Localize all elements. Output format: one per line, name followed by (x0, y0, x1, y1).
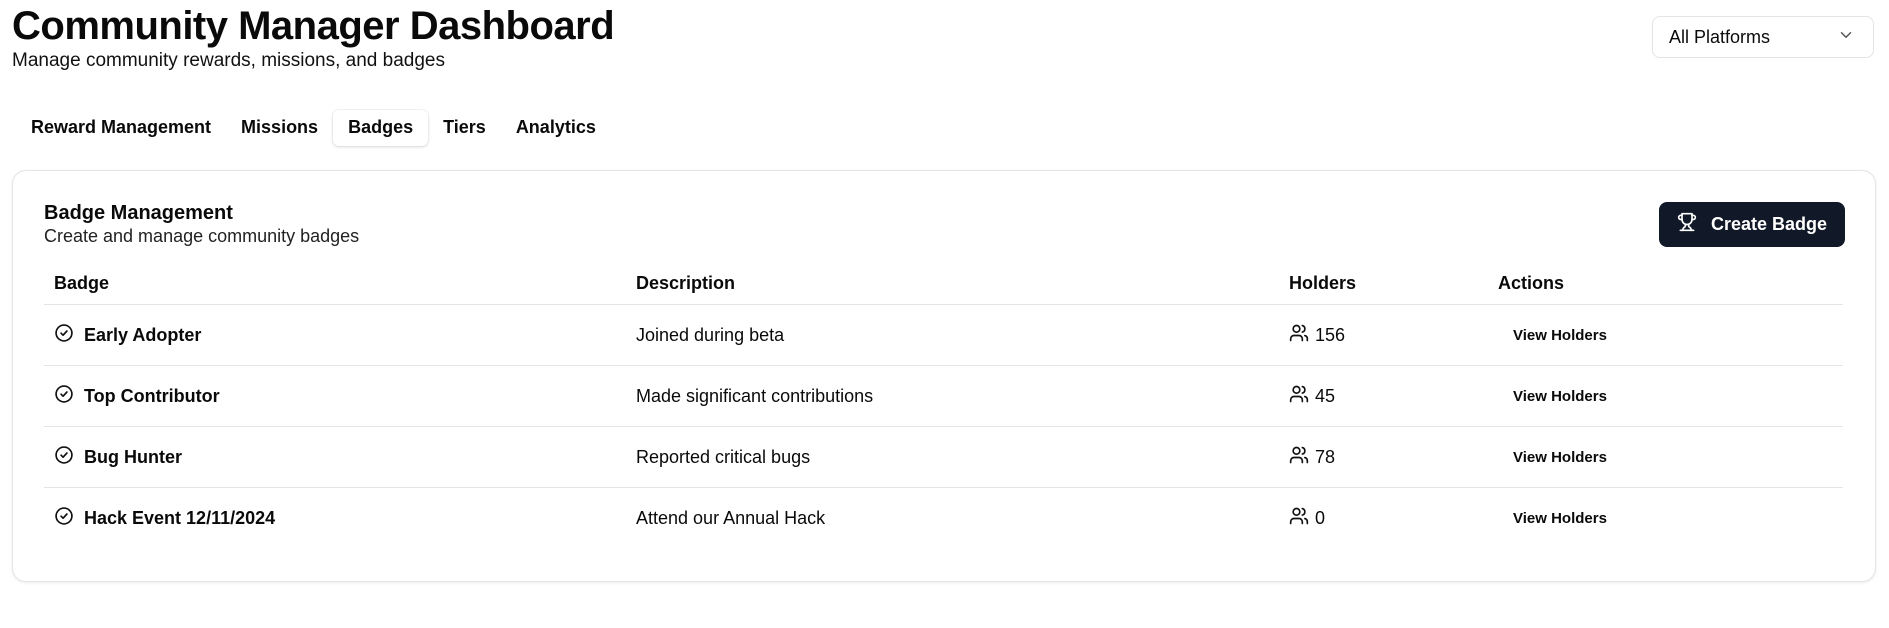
tab-badges[interactable]: Badges (333, 110, 429, 146)
badge-cell: Early Adopter (44, 304, 626, 366)
description-cell: Attend our Annual Hack (636, 507, 826, 528)
card-description: Create and manage community badges (44, 226, 360, 246)
platform-select-value: All Platforms (1669, 26, 1771, 47)
users-icon (1289, 384, 1309, 409)
column-header-badge: Badge (44, 263, 626, 305)
holders-cell: 0 (1279, 488, 1488, 549)
badge-management-card: Badge Management Create and manage commu… (12, 170, 1876, 582)
badge-name: Early Adopter (84, 324, 202, 345)
holders-cell: 156 (1279, 304, 1488, 366)
holders-count: 78 (1315, 446, 1336, 467)
check-circle-icon (54, 323, 74, 348)
table-row: Hack Event 12/11/2024 Attend our Annual … (44, 488, 1843, 549)
badge-name: Bug Hunter (84, 446, 182, 467)
badge-cell: Bug Hunter (44, 426, 626, 488)
table-row: Bug Hunter Reported critical bugs 78 Vie… (44, 426, 1843, 488)
tab-tiers[interactable]: Tiers (428, 110, 501, 146)
view-holders-button[interactable]: View Holders (1498, 382, 1622, 411)
description-cell: Made significant contributions (626, 365, 1279, 427)
check-circle-icon (54, 506, 74, 531)
actions-cell: View Holders (1488, 426, 1843, 488)
holders-count: 45 (1315, 385, 1336, 406)
description-cell: Reported critical bugs (626, 426, 1279, 488)
chevron-down-icon (1837, 26, 1855, 49)
check-circle-icon (54, 384, 74, 409)
badge-name: Top Contributor (84, 385, 220, 406)
tab-analytics[interactable]: Analytics (501, 110, 611, 146)
badge-cell: Top Contributor (44, 365, 626, 427)
users-icon (1289, 506, 1309, 531)
column-header-description: Description (626, 263, 1279, 305)
tab-reward-management[interactable]: Reward Management (16, 110, 226, 146)
holders-count: 156 (1315, 324, 1346, 345)
check-circle-icon (54, 445, 74, 470)
column-header-holders: Holders (1279, 263, 1488, 305)
actions-cell: View Holders (1488, 488, 1843, 549)
create-badge-button[interactable]: Create Badge (1659, 202, 1845, 247)
holders-count: 0 (1315, 507, 1326, 528)
view-holders-button[interactable]: View Holders (1498, 504, 1622, 533)
table-header-row: Badge Description Holders Actions (44, 263, 1843, 305)
table-row: Early Adopter Joined during beta 156 Vie… (44, 304, 1843, 366)
view-holders-button[interactable]: View Holders (1498, 443, 1622, 472)
tab-missions[interactable]: Missions (226, 110, 333, 146)
trophy-icon (1677, 212, 1697, 237)
badge-cell: Hack Event 12/11/2024 (44, 488, 626, 549)
users-icon (1289, 323, 1309, 348)
create-badge-label: Create Badge (1710, 214, 1828, 234)
description-cell: Joined during beta (626, 304, 1279, 366)
users-icon (1289, 445, 1309, 470)
page-subtitle: Manage community rewards, missions, and … (12, 50, 445, 71)
holders-cell: 45 (1279, 365, 1488, 427)
actions-cell: View Holders (1488, 304, 1843, 366)
table-row: Top Contributor Made significant contrib… (44, 365, 1843, 427)
column-header-actions: Actions (1488, 263, 1843, 305)
actions-cell: View Holders (1488, 365, 1843, 427)
page-title: Community Manager Dashboard (12, 4, 615, 48)
platform-select[interactable]: All Platforms (1652, 16, 1874, 58)
badges-table: Badge Description Holders Actions Early … (44, 263, 1843, 548)
badge-name: Hack Event 12/11/2024 (84, 507, 276, 528)
card-title: Badge Management (44, 202, 233, 224)
view-holders-button[interactable]: View Holders (1498, 321, 1622, 350)
holders-cell: 78 (1279, 426, 1488, 488)
tab-list: Reward Management Missions Badges Tiers … (16, 110, 611, 146)
